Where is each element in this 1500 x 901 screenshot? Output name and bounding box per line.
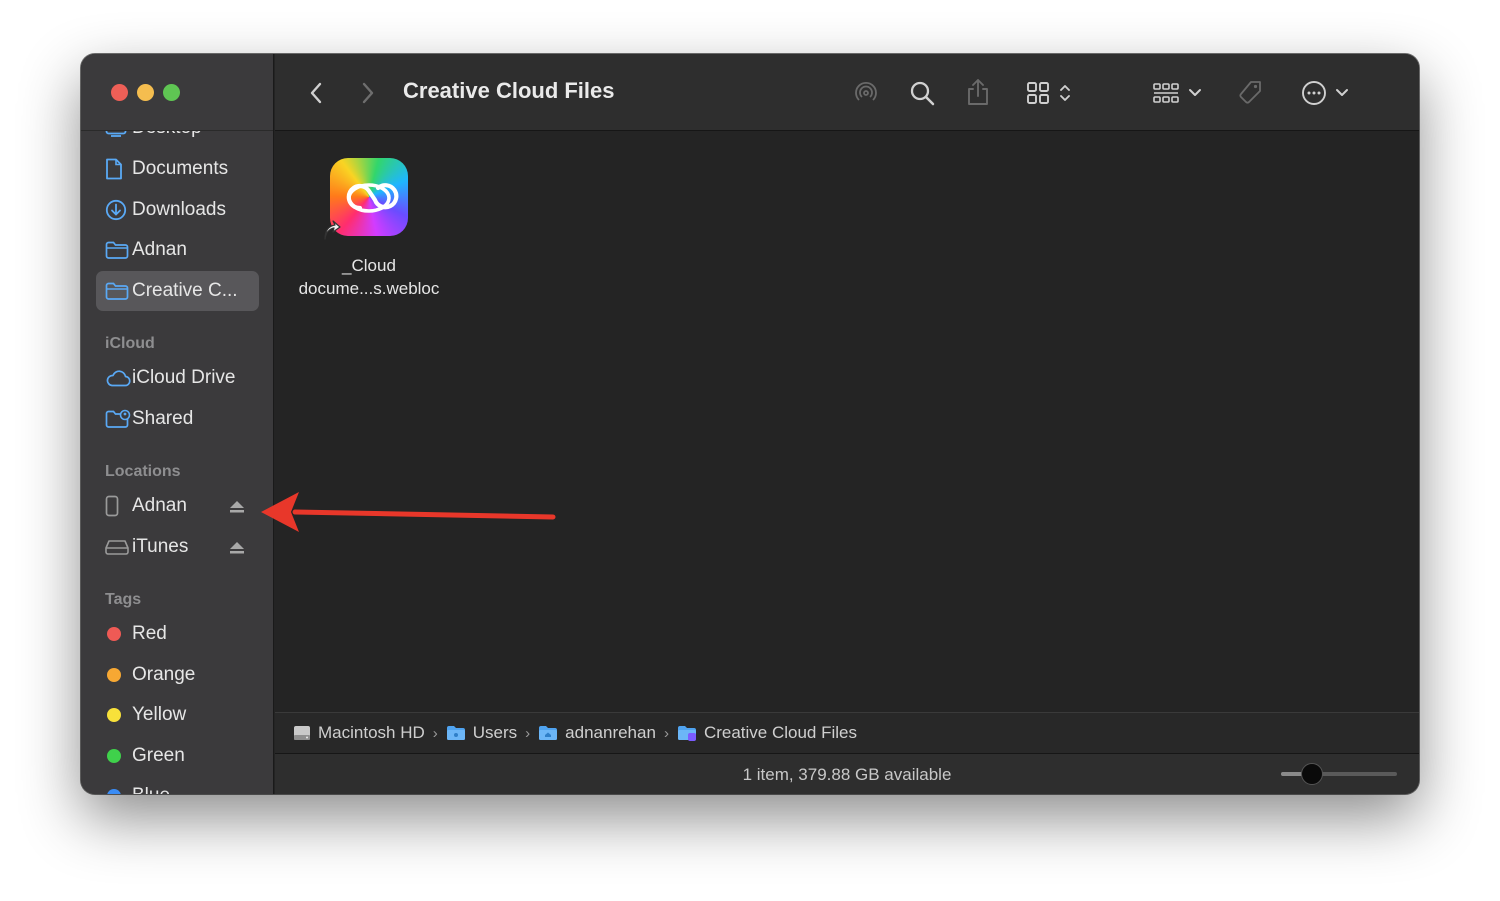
sidebar-divider	[81, 130, 273, 131]
airdrop-button[interactable]	[851, 78, 881, 108]
file-item[interactable]: _Cloud docume...s.webloc	[289, 158, 449, 300]
tag-color-dot	[107, 668, 121, 682]
iphone-icon	[96, 495, 132, 517]
folder-icon	[96, 282, 132, 300]
icon-size-slider[interactable]	[1281, 772, 1397, 776]
group-by-button[interactable]	[1149, 78, 1205, 108]
sidebar-section-icloud: iCloud	[105, 335, 155, 352]
view-mode-button[interactable]	[1021, 78, 1077, 108]
sidebar-item-creative-cloud[interactable]: Creative C...	[96, 271, 259, 311]
eject-icon[interactable]	[229, 539, 245, 561]
shared-folder-icon	[96, 409, 132, 429]
status-bar: 1 item, 379.88 GB available	[275, 753, 1419, 794]
file-name-line-1: _Cloud	[342, 256, 396, 275]
sidebar-item-itunes[interactable]: iTunes	[96, 527, 259, 567]
creative-cloud-icon	[324, 158, 408, 240]
file-name: _Cloud docume...s.webloc	[299, 254, 440, 300]
back-button[interactable]	[303, 78, 329, 108]
download-icon	[96, 199, 132, 221]
drive-icon	[96, 539, 132, 555]
minimize-button[interactable]	[137, 84, 154, 101]
path-bar: Macintosh HD › Users › adnanrehan › Crea…	[275, 712, 1419, 753]
path-crumb-creative-cloud-files[interactable]: Creative Cloud Files	[677, 723, 857, 743]
chevron-left-icon	[310, 82, 322, 104]
sidebar-tag-orange[interactable]: Orange	[96, 655, 259, 695]
more-actions-button[interactable]	[1297, 78, 1353, 108]
ellipsis-circle-icon	[1302, 81, 1326, 105]
search-icon	[910, 81, 935, 106]
alias-arrow-icon	[322, 217, 342, 246]
sidebar-tag-green[interactable]: Green	[96, 736, 259, 776]
tag-color-dot	[107, 627, 121, 641]
group-icon	[1153, 83, 1179, 103]
folder-icon	[446, 725, 466, 741]
share-button[interactable]	[963, 76, 993, 108]
path-separator: ›	[663, 724, 669, 742]
annotation-arrow	[261, 492, 556, 532]
path-crumb-macintosh-hd[interactable]: Macintosh HD	[293, 723, 425, 743]
sidebar-item-iphone-adnan[interactable]: Adnan	[96, 486, 259, 526]
sidebar-item-icloud-drive[interactable]: iCloud Drive	[96, 358, 259, 398]
eject-icon[interactable]	[229, 498, 245, 520]
path-separator: ›	[525, 724, 531, 742]
forward-button[interactable]	[355, 78, 381, 108]
chevron-right-icon	[362, 82, 374, 104]
sidebar-tag-yellow[interactable]: Yellow	[96, 695, 259, 735]
toolbar: Creative Cloud Files	[275, 54, 1419, 131]
window-title: Creative Cloud Files	[403, 78, 615, 103]
finder-window: Desktop Documents Downloads Adnan	[81, 54, 1419, 794]
path-crumb-adnanrehan[interactable]: adnanrehan	[538, 723, 656, 743]
chevron-down-icon	[1336, 89, 1348, 96]
file-name-line-2: docume...s.webloc	[298, 279, 440, 298]
share-icon	[968, 79, 988, 105]
folder-icon	[96, 241, 132, 259]
document-icon	[96, 158, 132, 180]
path-separator: ›	[432, 724, 438, 742]
file-browser[interactable]: _Cloud docume...s.webloc	[275, 131, 1419, 712]
zoom-button[interactable]	[163, 84, 180, 101]
sidebar-section-tags: Tags	[105, 591, 142, 608]
cloud-icon	[96, 369, 132, 387]
sidebar-item-adnan[interactable]: Adnan	[96, 230, 259, 270]
sidebar-tag-red[interactable]: Red	[96, 614, 259, 654]
airdrop-icon	[855, 81, 877, 101]
hard-drive-icon	[293, 724, 311, 742]
chevron-updown-icon	[1060, 85, 1070, 101]
chevron-down-icon	[1189, 89, 1201, 96]
tag-color-dot	[107, 789, 121, 794]
tags-button[interactable]	[1235, 78, 1265, 108]
sidebar-section-locations: Locations	[105, 463, 181, 480]
sidebar-item-documents[interactable]: Documents	[96, 149, 259, 189]
sidebar-tag-blue[interactable]: Blue	[96, 776, 259, 794]
status-text: 1 item, 379.88 GB available	[742, 765, 952, 784]
tag-color-dot	[107, 708, 121, 722]
icon-grid-icon	[1027, 82, 1049, 104]
tag-color-dot	[107, 749, 121, 763]
sidebar-item-downloads[interactable]: Downloads	[96, 190, 259, 230]
cc-folder-icon	[677, 725, 697, 741]
window-controls-front	[111, 84, 180, 101]
search-button[interactable]	[907, 78, 937, 108]
close-button[interactable]	[111, 84, 128, 101]
tag-icon	[1239, 81, 1261, 104]
path-crumb-users[interactable]: Users	[446, 723, 517, 743]
sidebar: Desktop Documents Downloads Adnan	[81, 54, 274, 794]
sidebar-item-shared[interactable]: Shared	[96, 399, 259, 439]
home-folder-icon	[538, 725, 558, 741]
